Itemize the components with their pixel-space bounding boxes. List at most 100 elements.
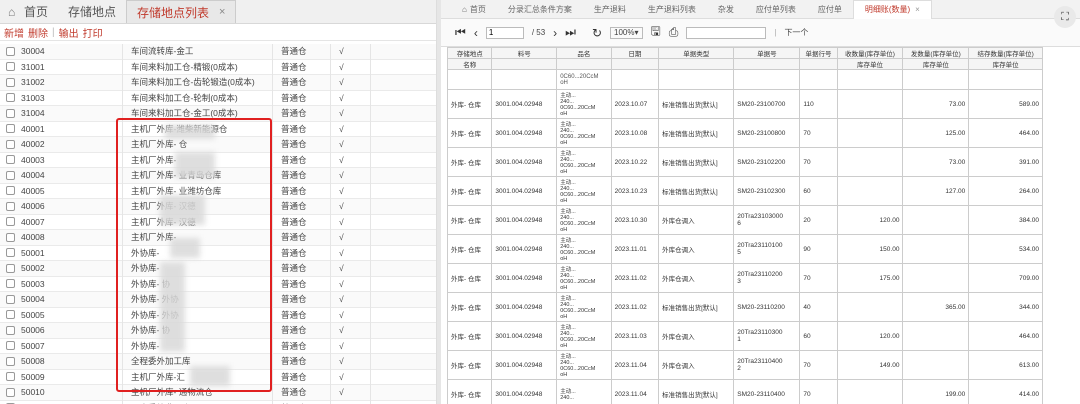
- enabled-check: √: [339, 123, 344, 134]
- ledger-subheader-row: 名称 库存单位 库存单位 库存单位: [446, 58, 1043, 70]
- row-checkbox[interactable]: [6, 77, 15, 87]
- location-name: 车间来料加工仓-精锻(0成本): [131, 61, 238, 72]
- row-checkbox[interactable]: [6, 186, 15, 196]
- export-button[interactable]: 输出: [59, 25, 79, 40]
- row-checkbox[interactable]: [6, 248, 15, 258]
- table-row[interactable]: 31001 车间来料加工仓-精锻(0成本) 普通仓 √: [0, 60, 436, 75]
- table-row[interactable]: 51001工序委外费用仓普通仓√: [0, 401, 436, 404]
- row-checkbox[interactable]: [6, 93, 15, 103]
- find-input[interactable]: [686, 26, 767, 39]
- table-row[interactable]: 外库- 仓库 3001.004.02948 主动... 240... 0C60...…: [446, 176, 1043, 206]
- table-row[interactable]: 外库- 仓库 3001.004.02948 主动... 240... 0C60...…: [446, 321, 1043, 351]
- row-checkbox[interactable]: [6, 325, 15, 335]
- cell-item: 3001.004.02948: [491, 321, 558, 351]
- screenshot-tool-icon[interactable]: ⛶: [1054, 6, 1076, 28]
- row-checkbox[interactable]: [6, 356, 15, 366]
- row-checkbox[interactable]: [6, 46, 15, 56]
- row-checkbox[interactable]: [6, 139, 15, 149]
- delete-button[interactable]: 删除: [28, 25, 48, 40]
- tab-3[interactable]: 生产退料列表: [637, 0, 707, 19]
- row-checkbox[interactable]: [6, 170, 15, 180]
- table-row[interactable]: 外库- 仓库 3001.004.02948 主动... 240... 0C60...…: [446, 118, 1043, 148]
- location-code: 50002: [21, 263, 45, 274]
- row-checkbox[interactable]: [6, 217, 15, 227]
- cell-out: 73.00: [902, 89, 970, 119]
- cell-item: 3001.004.02948: [491, 205, 558, 235]
- location-code: 40002: [21, 139, 45, 150]
- table-row[interactable]: 31003 车间来料加工仓-轮制(0成本) 普通仓 √: [0, 91, 436, 106]
- table-row[interactable]: 外库- 仓库 3001.004.02948 主动... 240... 0C60...…: [446, 205, 1043, 235]
- table-row[interactable]: 30004 车间流转库-金工 普通仓 √: [0, 44, 436, 60]
- page-total: / 53: [531, 28, 546, 37]
- row-checkbox[interactable]: [6, 108, 15, 118]
- close-icon[interactable]: ×: [219, 6, 225, 18]
- enabled-check: √: [339, 387, 344, 398]
- ledger-table: 存储地点 料号 品名 日期 单据类型 单据号 单据行号 收数量(库存单位) 发数量(库存单位) 结…: [446, 47, 1043, 404]
- row-checkbox[interactable]: [6, 201, 15, 211]
- enabled-check: √: [339, 46, 344, 57]
- table-row[interactable]: 外库- 仓库 3001.004.02948 主动... 240... 0C60...…: [446, 234, 1043, 264]
- left-toolbar: 新增 删除 | 输出 打印: [0, 24, 436, 41]
- table-row[interactable]: 外库- 仓库 3001.004.02948 主动... 240... 0C60...…: [446, 89, 1043, 119]
- cell-loc: 外库- 仓库: [446, 379, 493, 404]
- first-page-icon[interactable]: ⏮: [455, 25, 466, 40]
- cell-name: 主动... 240... 0C60...20CcM oH: [556, 118, 612, 148]
- save-icon[interactable]: 🖫: [651, 22, 661, 43]
- row-checkbox[interactable]: [6, 372, 15, 382]
- find-next-button[interactable]: 下一个: [784, 27, 808, 38]
- tab-storage-location[interactable]: 存储地点: [58, 0, 126, 23]
- table-row[interactable]: 31002 车间来料加工仓-齿轮锻造(0成本) 普通仓 √: [0, 75, 436, 91]
- row-checkbox[interactable]: [6, 341, 15, 351]
- location-code: 31003: [21, 92, 45, 103]
- table-row[interactable]: 外库- 仓库 3001.004.02948 主动... 240... 2023.11.…: [446, 379, 1043, 404]
- cell-in: 149.00: [836, 350, 904, 380]
- column-header: 存储地点: [446, 47, 493, 59]
- tab-0[interactable]: ⌂ 首页: [451, 0, 497, 19]
- prev-page-icon[interactable]: ‹: [474, 26, 478, 40]
- zoom-select[interactable]: 100% ▾: [610, 26, 643, 39]
- cell-name: 主动... 240... 0C60...20CcM oH: [556, 234, 612, 264]
- row-checkbox[interactable]: [6, 124, 15, 134]
- row-checkbox[interactable]: [6, 155, 15, 165]
- row-checkbox[interactable]: [6, 387, 15, 397]
- row-checkbox[interactable]: [6, 232, 15, 242]
- table-row[interactable]: 外库- 仓库 3001.004.02948 主动... 240... 0C60...…: [446, 350, 1043, 380]
- row-checkbox[interactable]: [6, 294, 15, 304]
- print-icon[interactable]: ⎙: [669, 25, 679, 40]
- cell-date: 2023.10.22: [610, 147, 660, 177]
- location-list-pane: ⌂ 首页 存储地点 存储地点列表 × 新增 删除 | 输出 打印 30004 车间…: [0, 0, 437, 404]
- enabled-check: √: [339, 185, 344, 196]
- cell-item: 3001.004.02948: [491, 379, 558, 404]
- tab-5[interactable]: 应付单列表: [745, 0, 807, 19]
- cell-line: 70: [799, 263, 838, 293]
- tab-6[interactable]: 应付单: [807, 0, 853, 19]
- next-page-icon[interactable]: ›: [553, 26, 557, 40]
- row-checkbox[interactable]: [6, 263, 15, 273]
- cell-loc: 外库- 仓库: [446, 234, 493, 264]
- tab-home[interactable]: ⌂ 首页: [0, 0, 58, 23]
- tab-home-label: 首页: [24, 5, 49, 19]
- table-row[interactable]: 外库- 仓库 3001.004.02948 主动... 240... 0C60...…: [446, 292, 1043, 322]
- page-input[interactable]: [485, 26, 524, 39]
- cell-item: 3001.004.02948: [491, 147, 558, 177]
- cell-line: 60: [799, 321, 838, 351]
- cell-date: 2023.10.07: [610, 89, 660, 119]
- row-checkbox[interactable]: [6, 279, 15, 289]
- print-button[interactable]: 打印: [83, 25, 103, 40]
- row-checkbox[interactable]: [6, 310, 15, 320]
- tab-1[interactable]: 分录汇总条件方案: [497, 0, 583, 19]
- cell-out: [902, 350, 970, 380]
- last-page-icon[interactable]: ⏭: [565, 25, 576, 40]
- tab-7[interactable]: 明细账(数量) ×: [852, 0, 932, 19]
- tab-4[interactable]: 杂发: [707, 0, 745, 19]
- tab-2[interactable]: 生产退料: [583, 0, 637, 19]
- tab-storage-location-list[interactable]: 存储地点列表 ×: [126, 0, 237, 23]
- add-button[interactable]: 新增: [4, 25, 24, 40]
- close-icon[interactable]: ×: [915, 5, 920, 14]
- refresh-icon[interactable]: ↻: [592, 26, 602, 40]
- cell-name: 主动... 240... 0C60...20CcM oH: [556, 89, 612, 119]
- enabled-check: √: [339, 247, 344, 258]
- table-row[interactable]: 外库- 仓库 3001.004.02948 主动... 240... 0C60...…: [446, 147, 1043, 177]
- row-checkbox[interactable]: [6, 62, 15, 72]
- table-row[interactable]: 外库- 仓库 3001.004.02948 主动... 240... 0C60...…: [446, 263, 1043, 293]
